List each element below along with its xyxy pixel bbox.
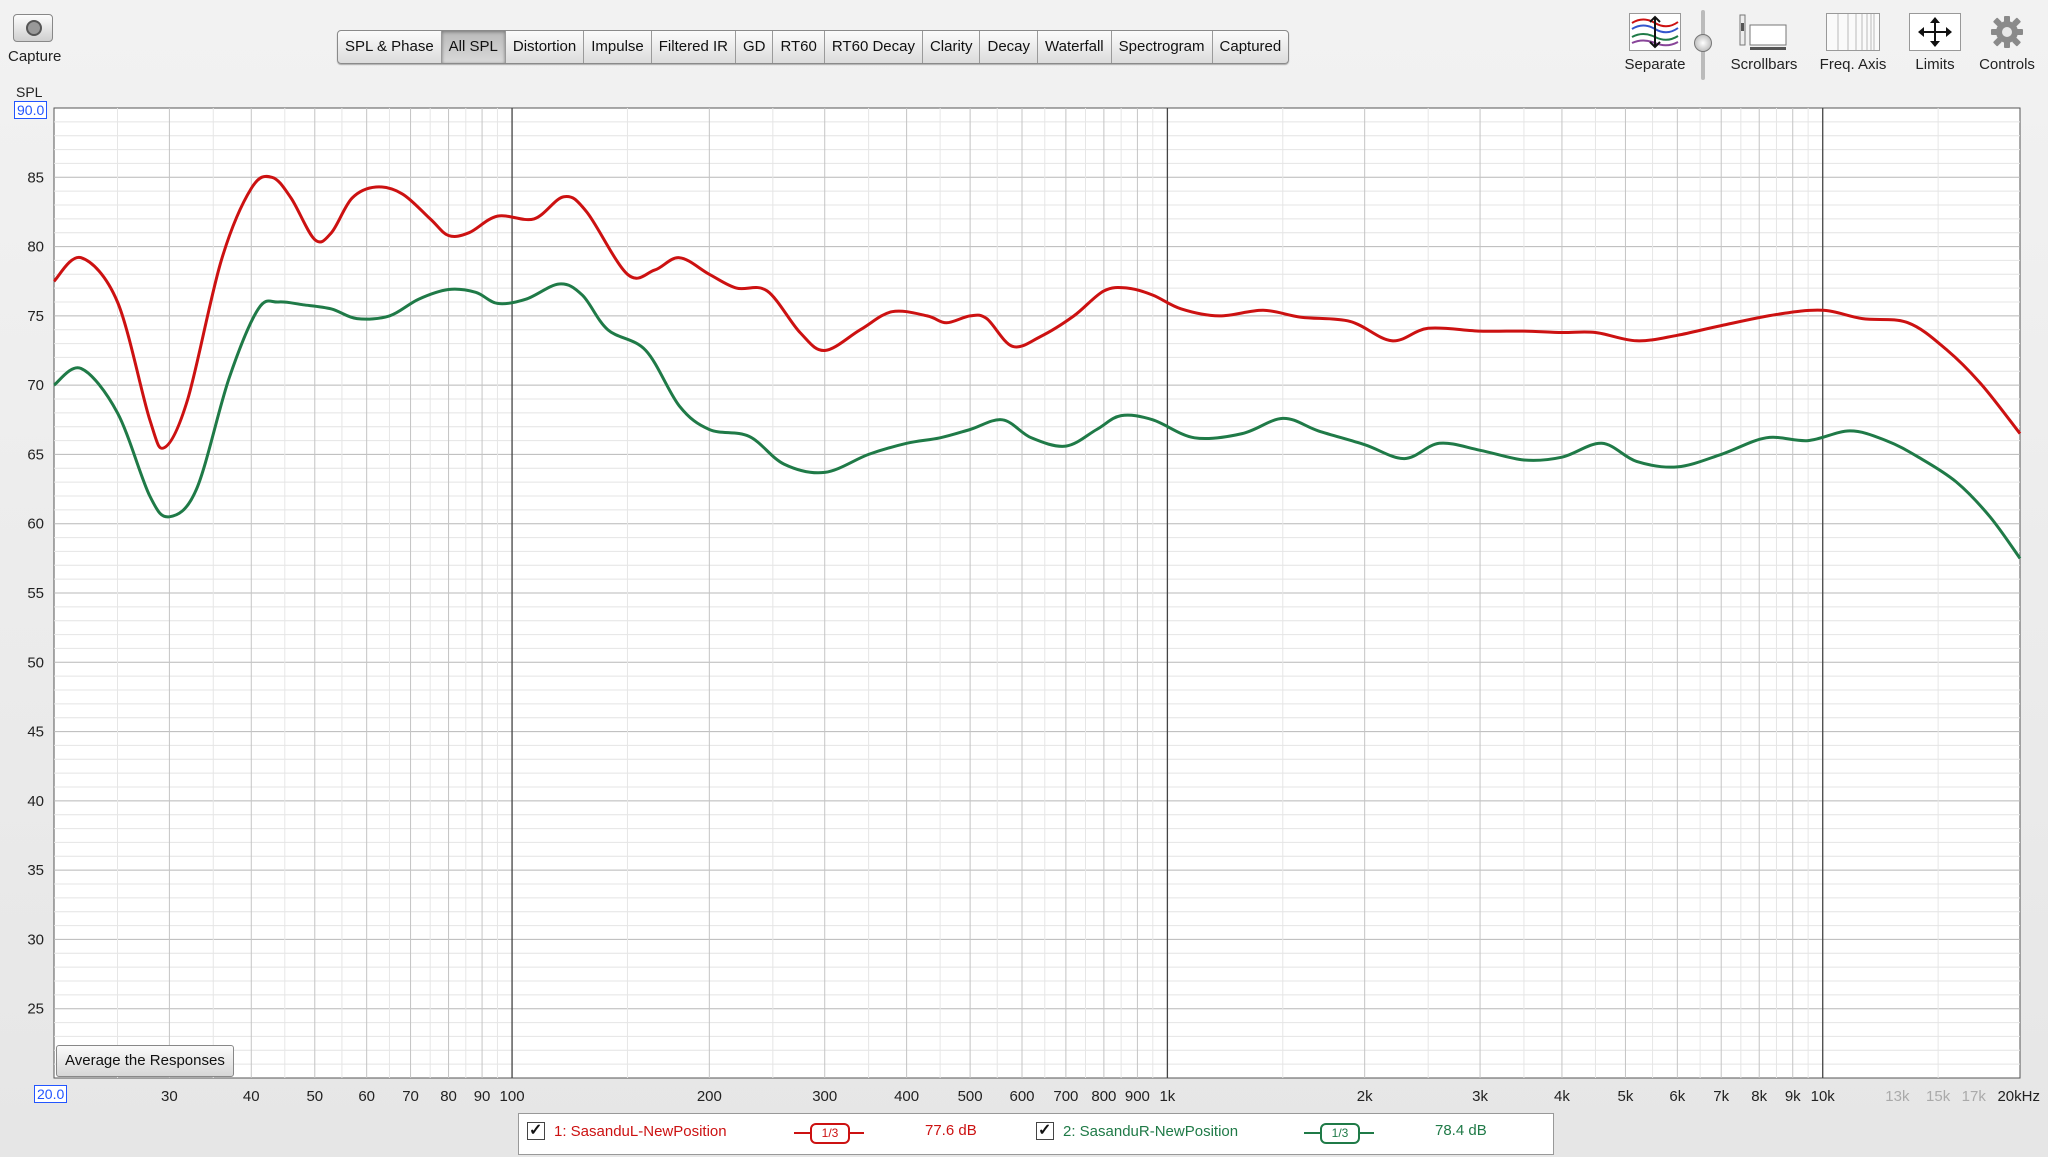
y-tick-label: 30 [27, 931, 44, 948]
x-tick-label: 7k [1713, 1088, 1729, 1105]
series-1-smoothing-label: 1/3 [810, 1123, 850, 1144]
x-tick-label: 60 [358, 1088, 375, 1105]
y-tick-label: 70 [27, 377, 44, 394]
y-tick-label: 60 [27, 516, 44, 533]
y-tick-label: 40 [27, 793, 44, 810]
x-tick-label: 9k [1785, 1088, 1801, 1105]
y-tick-label: 25 [27, 1001, 44, 1018]
x-tick-label: 70 [402, 1088, 419, 1105]
y-tick-label: 55 [27, 585, 44, 602]
x-tick-label: 200 [697, 1088, 722, 1105]
x-tick-label: 700 [1053, 1088, 1078, 1105]
x-tick-label: 900 [1125, 1088, 1150, 1105]
x-tick-label: 4k [1554, 1088, 1570, 1105]
series-2-smoothing[interactable]: 1/3 [1304, 1122, 1374, 1144]
x-tick-label: 500 [958, 1088, 983, 1105]
y-tick-label: 50 [27, 654, 44, 671]
x-tick-label: 5k [1618, 1088, 1634, 1105]
x-tick-label: 6k [1669, 1088, 1685, 1105]
legend-item-2: 2: SasanduR-NewPosition [1036, 1120, 1239, 1140]
series-1-checkbox[interactable] [527, 1120, 545, 1140]
legend: 1: SasanduL-NewPosition 1/3 77.6 dB 2: S… [518, 1113, 1554, 1155]
series-2-swatch: 1/3 [1304, 1122, 1374, 1144]
y-tick-label: 75 [27, 308, 44, 325]
x-tick-label: 600 [1009, 1088, 1034, 1105]
x-tick-label: 2k [1357, 1088, 1373, 1105]
series-2-level: 78.4 dB [1435, 1122, 1487, 1139]
x-tick-label: 15k [1926, 1088, 1951, 1105]
x-tick-label: 80 [440, 1088, 457, 1105]
x-tick-label: 100 [500, 1088, 525, 1105]
series-1-swatch: 1/3 [794, 1122, 864, 1144]
x-tick-label: 20kHz [1997, 1088, 2040, 1105]
x-tick-label: 90 [474, 1088, 491, 1105]
x-tick-label: 30 [161, 1088, 178, 1105]
y-tick-label: 35 [27, 862, 44, 879]
x-tick-label: 17k [1962, 1088, 1987, 1105]
x-tick-label: 300 [812, 1088, 837, 1105]
x-tick-label: 1k [1159, 1088, 1175, 1105]
x-tick-label: 8k [1751, 1088, 1767, 1105]
x-tick-label: 40 [243, 1088, 260, 1105]
x-tick-label: 800 [1091, 1088, 1116, 1105]
series-1-name: 1: SasanduL-NewPosition [554, 1122, 727, 1140]
y-tick-label: 65 [27, 446, 44, 463]
y-tick-label: 45 [27, 724, 44, 741]
x-tick-label: 400 [894, 1088, 919, 1105]
x-tick-label: 3k [1472, 1088, 1488, 1105]
series-1-smoothing[interactable]: 1/3 [794, 1122, 864, 1144]
average-responses-button[interactable]: Average the Responses [56, 1045, 234, 1077]
x-tick-label: 50 [306, 1088, 323, 1105]
y-tick-label: 80 [27, 239, 44, 256]
series-2-checkbox[interactable] [1036, 1120, 1054, 1140]
series-2-smoothing-label: 1/3 [1320, 1123, 1360, 1144]
x-tick-label: 13k [1885, 1088, 1910, 1105]
x-tick-label: 10k [1811, 1088, 1836, 1105]
y-tick-label: 85 [27, 169, 44, 186]
series-2-name: 2: SasanduR-NewPosition [1063, 1122, 1239, 1140]
legend-item-1: 1: SasanduL-NewPosition [527, 1120, 727, 1140]
spl-chart[interactable]: 85 80 75 70 65 60 55 50 45 40 35 30 25 30 40 50 60 70 80 90… [0, 0, 2048, 1110]
series-1-level: 77.6 dB [925, 1122, 977, 1139]
